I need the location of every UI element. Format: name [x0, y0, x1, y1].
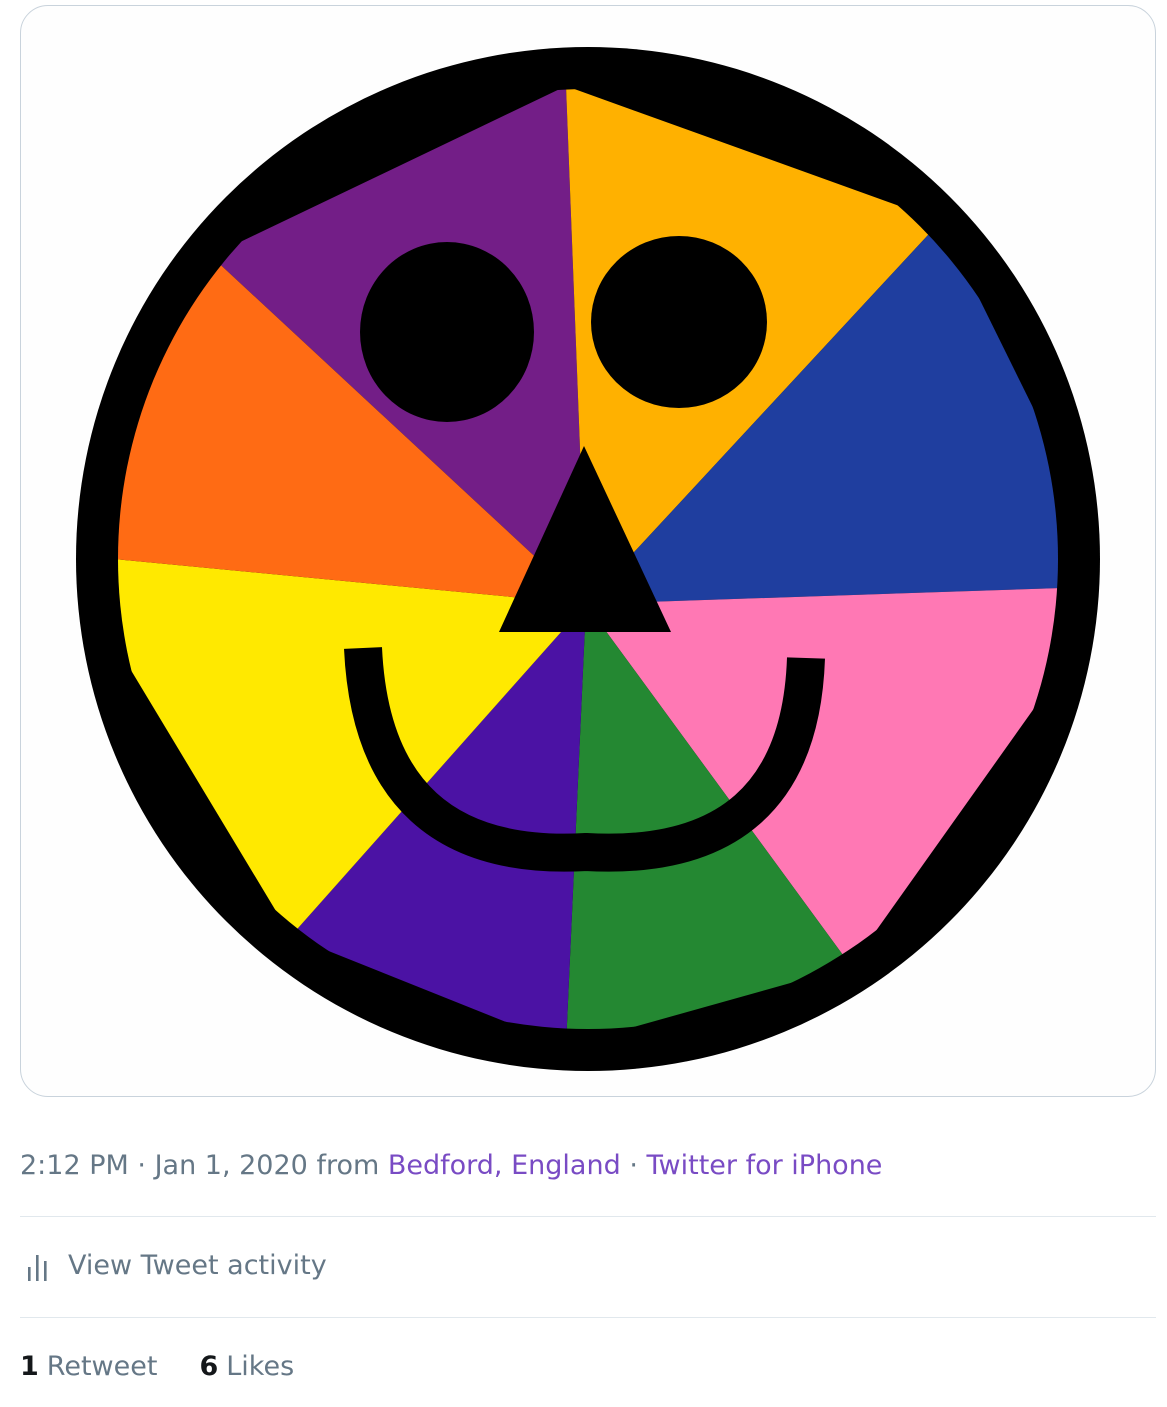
divider — [20, 1317, 1156, 1318]
retweets-stat[interactable]: 1 Retweet — [20, 1351, 157, 1382]
likes-label: Likes — [226, 1351, 295, 1382]
source-link[interactable]: Twitter for iPhone — [647, 1150, 883, 1181]
likes-count: 6 — [199, 1351, 219, 1382]
likes-stat[interactable]: 6 Likes — [199, 1351, 294, 1382]
tweet-stats: 1 Retweet 6 Likes — [20, 1351, 336, 1382]
view-tweet-activity-label: View Tweet activity — [68, 1250, 327, 1281]
view-tweet-activity-link[interactable]: View Tweet activity — [26, 1250, 327, 1281]
divider — [20, 1216, 1156, 1217]
from-label: from — [316, 1150, 380, 1181]
tweet-time[interactable]: 2:12 PM — [20, 1150, 129, 1181]
bar-chart-icon — [28, 1254, 47, 1281]
tweet-metadata: 2:12 PM · Jan 1, 2020 from Bedford, Engl… — [20, 1150, 882, 1181]
meta-separator: · — [629, 1150, 638, 1181]
location-link[interactable]: Bedford, England — [388, 1150, 621, 1181]
left-eye — [360, 242, 534, 422]
retweets-label: Retweet — [46, 1351, 158, 1382]
right-eye — [591, 236, 767, 408]
meta-separator: · — [137, 1150, 146, 1181]
tweet-media-card[interactable] — [20, 5, 1156, 1097]
tweet-date[interactable]: Jan 1, 2020 — [155, 1150, 308, 1181]
smiley-face-image — [76, 47, 1100, 1071]
retweets-count: 1 — [20, 1351, 39, 1382]
